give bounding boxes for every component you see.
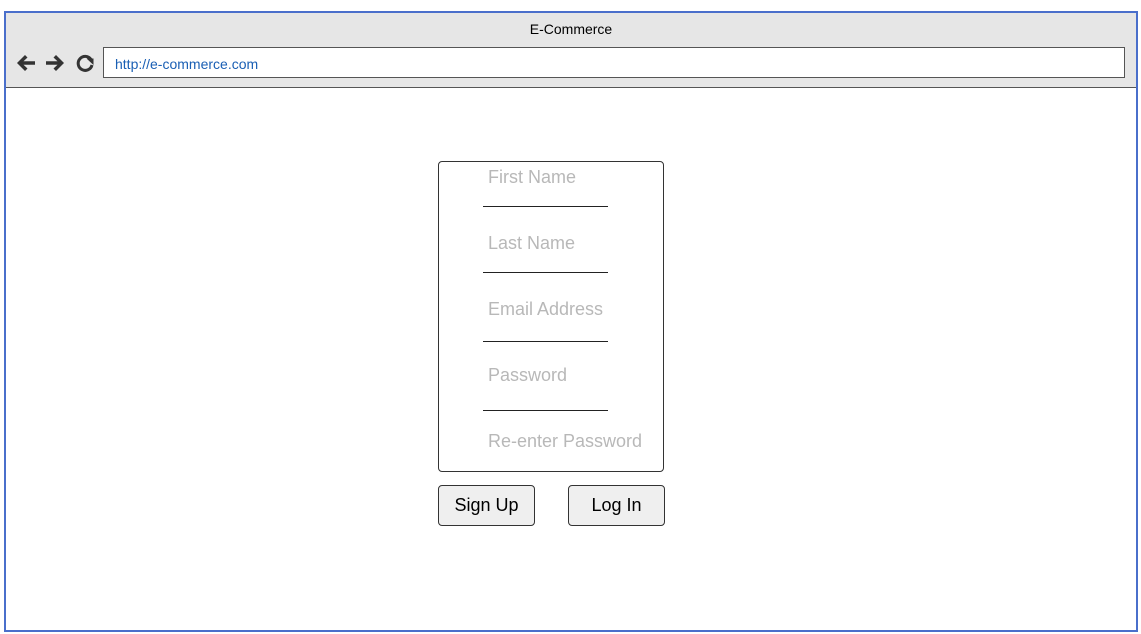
browser-chrome: E-Commerce http://e-commerce.com — [6, 13, 1136, 88]
log-in-button[interactable]: Log In — [568, 485, 665, 526]
window-title: E-Commerce — [529, 21, 613, 37]
forward-arrow-icon[interactable] — [43, 51, 67, 75]
email-field[interactable]: Email Address — [488, 299, 603, 320]
refresh-icon[interactable] — [73, 51, 97, 75]
sign-up-button[interactable]: Sign Up — [438, 485, 535, 526]
first-name-field[interactable]: First Name — [488, 167, 576, 188]
first-name-underline — [483, 206, 608, 207]
back-arrow-icon[interactable] — [14, 51, 38, 75]
url-text: http://e-commerce.com — [115, 56, 259, 72]
password-underline — [483, 410, 608, 411]
last-name-field[interactable]: Last Name — [488, 233, 575, 254]
password-field[interactable]: Password — [488, 365, 567, 386]
signup-form: First Name Last Name Email Address Passw… — [438, 161, 664, 472]
reenter-password-field[interactable]: Re-enter Password — [488, 431, 642, 452]
address-bar[interactable]: http://e-commerce.com — [103, 47, 1125, 78]
browser-window: E-Commerce http://e-commerce.com First N… — [4, 11, 1138, 632]
email-underline — [483, 341, 608, 342]
last-name-underline — [483, 272, 608, 273]
